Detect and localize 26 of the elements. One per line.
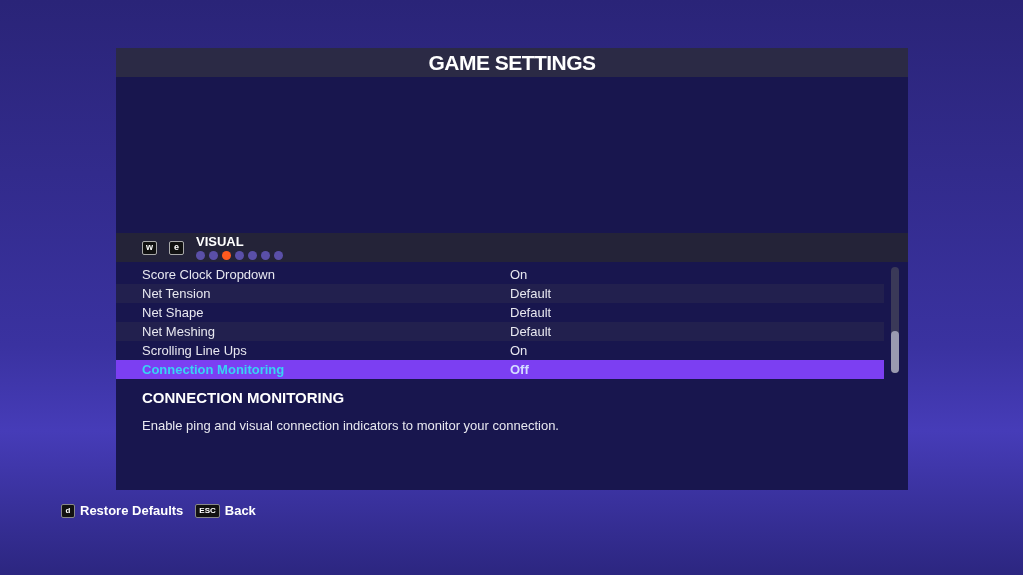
setting-row[interactable]: Net Meshing Default [116, 322, 884, 341]
key-hint: e [169, 240, 184, 255]
setting-label: Net Meshing [141, 322, 216, 341]
setting-value: Default [510, 303, 552, 322]
setting-row[interactable]: Connection Monitoring Off [116, 360, 884, 379]
setting-label: Net Shape [141, 303, 205, 322]
section-title: VISUAL [196, 235, 245, 249]
key-hint: w [142, 240, 157, 255]
setting-label: Connection Monitoring [141, 360, 286, 379]
description-title: CONNECTION MONITORING [142, 388, 346, 408]
setting-value: Off [510, 360, 529, 379]
setting-value: Default [510, 284, 552, 303]
setting-label: Scrolling Line Ups [141, 341, 248, 360]
setting-value: On [510, 265, 528, 284]
setting-label: Score Clock Dropdown [141, 265, 276, 284]
footer-action[interactable]: Back [224, 501, 256, 521]
setting-value: Default [510, 322, 552, 341]
description-text: Enable ping and visual connection indicators to monitor your connection. [142, 416, 560, 435]
setting-value: On [510, 341, 528, 360]
setting-label: Net Tension [141, 284, 212, 303]
setting-row[interactable]: Net Tension Default [116, 284, 884, 303]
footer-action[interactable]: Restore Defaults [80, 501, 184, 521]
key-hint: d [61, 503, 75, 518]
window-title: GAME SETTINGS [428, 49, 596, 76]
key-hint: ESC [195, 503, 220, 518]
scrollbar[interactable] [891, 267, 899, 373]
